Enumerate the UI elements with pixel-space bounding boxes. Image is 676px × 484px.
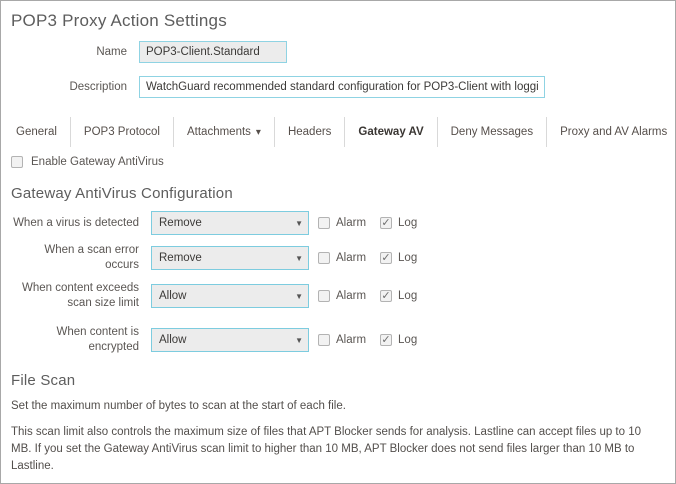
- file-scan-heading: File Scan: [11, 371, 76, 389]
- select-arrow-icon: ▼: [295, 291, 303, 301]
- tab-gateway-av[interactable]: Gateway AV: [345, 117, 438, 147]
- content-encrypted-log-checkbox[interactable]: ✓: [380, 333, 393, 346]
- virus-detected-alarm-checkbox[interactable]: [318, 217, 330, 229]
- enable-antivirus-row: Enable Gateway AntiVirus: [11, 156, 675, 168]
- select-arrow-icon: ▼: [295, 335, 303, 345]
- scan-error-label: When a scan error occurs: [44, 244, 139, 271]
- enable-antivirus-checkbox[interactable]: [11, 156, 23, 168]
- tab-headers[interactable]: Headers: [275, 117, 346, 147]
- description-row: Description: [9, 76, 675, 98]
- description-input[interactable]: [139, 76, 545, 98]
- alarm-label: Alarm: [336, 333, 367, 346]
- tab-proxy-and-av-alarms[interactable]: Proxy and AV Alarms: [547, 117, 675, 147]
- scan-error-row: When a scan error occurs Remove ▼ Alarm …: [9, 243, 675, 273]
- scan-error-log-checkbox[interactable]: ✓: [380, 251, 393, 264]
- file-scan-description-2: This scan limit also controls the maximu…: [11, 426, 642, 472]
- alarm-label: Alarm: [336, 217, 367, 229]
- exceeds-scan-size-label: When content exceeds scan size limit: [22, 281, 139, 309]
- description-label: Description: [69, 80, 127, 93]
- select-arrow-icon: ▼: [295, 219, 303, 228]
- log-label: Log: [398, 217, 418, 229]
- select-arrow-icon: ▼: [295, 253, 303, 263]
- alarm-label: Alarm: [336, 251, 367, 264]
- virus-detected-select[interactable]: Remove ▼: [151, 211, 309, 235]
- virus-detected-label: When a virus is detected: [13, 216, 139, 229]
- virus-detected-row: When a virus is detected Remove ▼ Alarm …: [9, 211, 675, 235]
- content-encrypted-alarm-checkbox[interactable]: [318, 333, 330, 346]
- log-label: Log: [398, 289, 418, 302]
- name-row: Name: [9, 41, 675, 63]
- exceeds-scan-size-row: When content exceeds scan size limit All…: [9, 281, 675, 311]
- exceeds-scan-size-select[interactable]: Allow ▼: [151, 283, 309, 308]
- name-label: Name: [96, 45, 127, 58]
- enable-antivirus-label: Enable Gateway AntiVirus: [31, 156, 164, 168]
- tab-deny-messages[interactable]: Deny Messages: [438, 117, 548, 147]
- tab-bar: General POP3 Protocol Attachments ▾ Heade…: [1, 117, 675, 147]
- scan-error-alarm-checkbox[interactable]: [318, 251, 330, 264]
- gateway-av-config-heading: Gateway AntiVirus Configuration: [11, 185, 233, 202]
- scan-error-select[interactable]: Remove ▼: [151, 245, 309, 270]
- log-label: Log: [398, 333, 418, 346]
- tab-pop3-protocol[interactable]: POP3 Protocol: [71, 117, 174, 147]
- virus-detected-log-checkbox[interactable]: ✓: [380, 217, 393, 229]
- log-label: Log: [398, 251, 418, 264]
- name-input[interactable]: [139, 41, 287, 63]
- content-encrypted-row: When content is encrypted Allow ▼ Alarm …: [9, 325, 675, 355]
- alarm-label: Alarm: [336, 289, 367, 302]
- content-encrypted-select[interactable]: Allow ▼: [151, 327, 309, 352]
- exceeds-scan-size-alarm-checkbox[interactable]: [318, 289, 330, 302]
- exceeds-scan-size-log-checkbox[interactable]: ✓: [380, 289, 393, 302]
- page-title: POP3 Proxy Action Settings: [11, 11, 227, 30]
- tab-attachments[interactable]: Attachments ▾: [174, 117, 275, 147]
- tab-general[interactable]: General: [1, 117, 71, 147]
- file-scan-description-1: Set the maximum number of bytes to scan …: [11, 399, 346, 412]
- content-encrypted-label: When content is encrypted: [56, 325, 139, 353]
- pop3-proxy-settings-page: POP3 Proxy Action Settings Name Descript…: [0, 0, 676, 484]
- caret-down-icon: ▾: [255, 126, 261, 138]
